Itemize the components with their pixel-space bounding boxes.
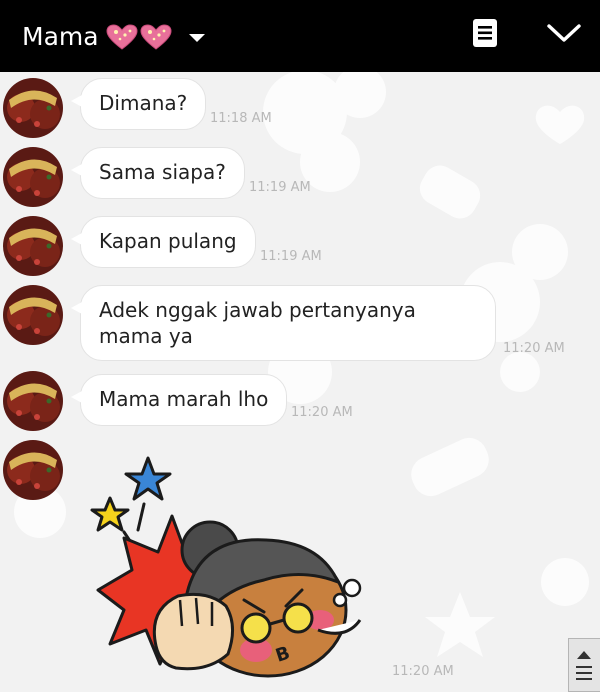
- chat-title[interactable]: Mama: [22, 24, 99, 49]
- avatar[interactable]: [3, 371, 63, 431]
- avatar-food-image: [3, 147, 63, 207]
- message-bubble[interactable]: Dimana?: [70, 78, 207, 130]
- avatar-food-image: [3, 216, 63, 276]
- chevron-down-icon: [547, 24, 581, 42]
- scroll-arrow-icon: [576, 651, 592, 680]
- sparkling-heart-icon: [106, 24, 138, 50]
- message-bubble[interactable]: Adek nggak jawab pertanyanya mama ya: [71, 285, 496, 361]
- message-time: 11:19 AM: [249, 180, 311, 195]
- message-time: 11:20 AM: [291, 405, 353, 420]
- scroll-to-bottom-button[interactable]: [568, 638, 600, 692]
- message-text: Kapan pulang: [99, 229, 237, 253]
- caret-down-icon[interactable]: [188, 34, 205, 42]
- avatar[interactable]: [3, 216, 63, 276]
- avatar-food-image: [3, 78, 63, 138]
- avatar-food-image: [3, 440, 63, 500]
- avatar[interactable]: [3, 440, 63, 500]
- collapse-button[interactable]: [546, 18, 582, 48]
- avatar-food-image: [3, 285, 63, 345]
- message-bubble[interactable]: Mama marah lho: [70, 374, 288, 426]
- avatar[interactable]: [3, 78, 63, 138]
- message-bubble[interactable]: Kapan pulang: [71, 216, 256, 268]
- chat-header: Mama: [0, 0, 600, 72]
- message-text: Dimana?: [99, 91, 188, 115]
- sparkling-heart-icon: [140, 24, 172, 50]
- message-bubble[interactable]: Sama siapa?: [71, 147, 245, 199]
- avatar-food-image: [3, 371, 63, 431]
- title-hearts: [105, 23, 173, 51]
- avatar[interactable]: [3, 147, 63, 207]
- message-time: 11:18 AM: [210, 111, 272, 126]
- sticker-time: 11:20 AM: [392, 664, 454, 679]
- memo-icon: [473, 19, 497, 47]
- message-text: Sama siapa?: [99, 160, 226, 184]
- chat-area[interactable]: Dimana? 11:18 AM Sama siapa? 11:19 AM Ka…: [0, 72, 600, 692]
- angry-grandma-punch-sticker[interactable]: B: [88, 450, 378, 680]
- message-text: Mama marah lho: [99, 387, 269, 411]
- message-time: 11:19 AM: [260, 249, 322, 264]
- avatar[interactable]: [3, 285, 63, 345]
- message-text: Adek nggak jawab pertanyanya mama ya: [99, 298, 416, 348]
- message-time: 11:20 AM: [503, 341, 565, 356]
- memo-button[interactable]: [472, 18, 498, 48]
